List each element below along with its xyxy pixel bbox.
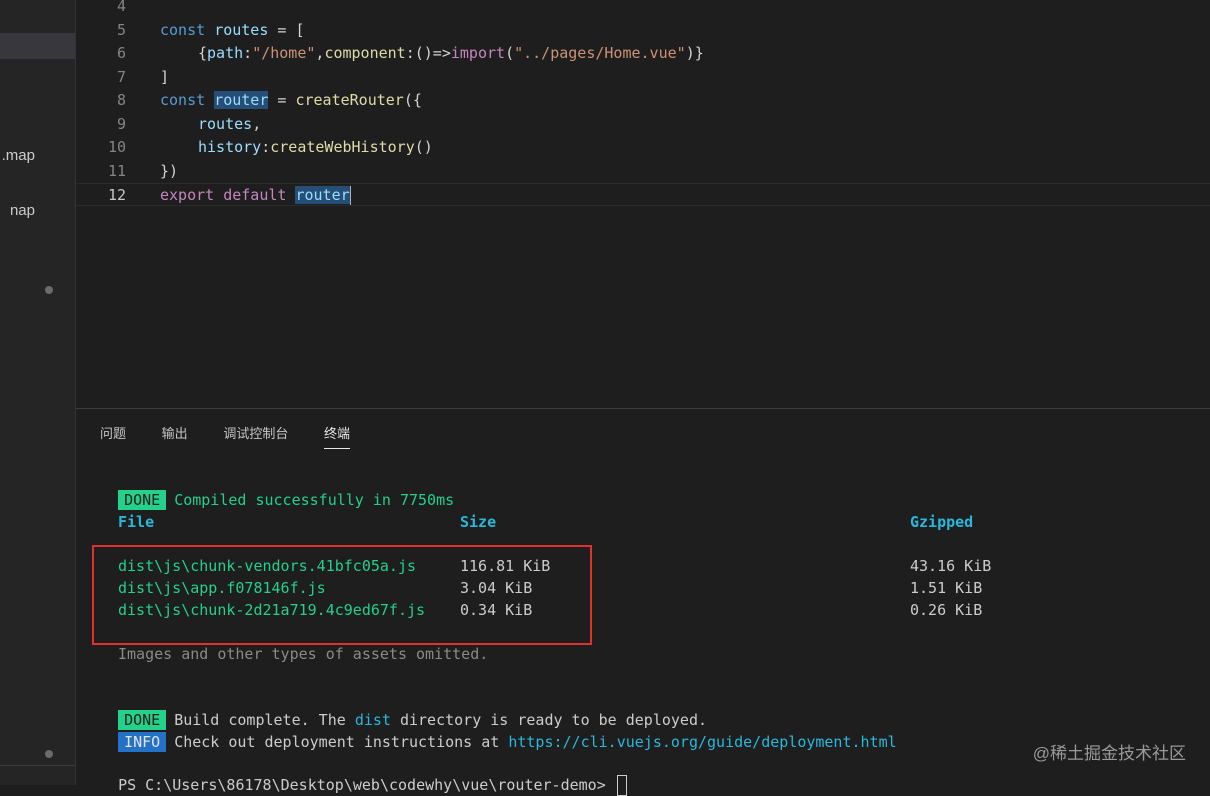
explorer-file-item[interactable]: nap (0, 202, 75, 222)
code-token: ] (160, 67, 170, 86)
code-token: component (324, 44, 406, 62)
line-number: 4 (116, 0, 126, 15)
tab-problems[interactable]: 问题 (100, 423, 126, 448)
modified-dot-icon (45, 286, 53, 294)
code-token: router (295, 186, 350, 204)
sidebar-divider (0, 765, 75, 766)
highlight-box (92, 545, 592, 645)
code-text: {path:"/home",component:()=>import("../p… (160, 42, 704, 65)
explorer-file-label: .map (1, 147, 35, 164)
info-badge: INFO (118, 732, 167, 752)
code-text: const routes = [ (160, 19, 305, 42)
code-line[interactable]: 10 history:createWebHistory() (76, 136, 1210, 159)
code-editor[interactable]: 4 5 const routes = [6 {path:"/home",compone… (76, 0, 1210, 408)
explorer-file-item[interactable]: .map (0, 147, 75, 167)
column-header-gzipped: Gzipped (910, 513, 974, 531)
code-token: router (214, 91, 269, 109)
code-token: createWebHistory (270, 138, 415, 156)
terminal-prompt[interactable]: PS C:\Users\86178\Desktop\web\codewhy\vu… (100, 752, 627, 796)
terminal-line: DONE Build complete. The dist directory i… (100, 687, 707, 730)
code-text: routes, (160, 113, 261, 136)
code-line[interactable]: 6 {path:"/home",component:()=>import("../… (76, 42, 1210, 65)
explorer-file-label: nap (9, 202, 35, 219)
code-token: :()=> (405, 44, 451, 62)
line-number: 5 (116, 20, 126, 39)
code-line[interactable]: 5 const routes = [ (76, 19, 1210, 42)
done-badge: DONE (118, 490, 167, 510)
terminal-line: INFO Check out deployment instructions at… (100, 709, 897, 752)
asset-gzipped: 0.26 KiB (910, 601, 983, 619)
explorer-active-item[interactable] (0, 33, 75, 59)
explorer-sidebar: .map nap (0, 0, 76, 785)
assets-omitted-note: Images and other types of assets omitted… (118, 645, 489, 663)
line-number: 8 (116, 91, 126, 109)
line-number: 7 (116, 67, 126, 86)
code-token: import (450, 44, 506, 62)
code-token: = (268, 91, 296, 109)
code-token: : (261, 138, 271, 156)
compiled-message: Compiled successfully in 7750ms (174, 491, 455, 509)
line-number: 12 (107, 186, 126, 204)
code-token: routes (198, 114, 253, 133)
code-text: const router = createRouter({ (160, 89, 422, 112)
watermark: @稀土掘金技术社区 (1032, 744, 1186, 763)
line-number: 9 (116, 114, 126, 133)
code-token: ({ (403, 91, 422, 109)
code-text: ] (160, 66, 169, 89)
line-number: 6 (116, 44, 126, 62)
modified-dot-icon (45, 750, 53, 758)
code-token: history (198, 138, 262, 156)
code-token: export (160, 186, 224, 204)
code-token: const (160, 91, 215, 109)
code-token: = [ (268, 20, 305, 39)
code-token: ( (505, 44, 515, 62)
code-text: history:createWebHistory() (160, 136, 433, 159)
deploy-url-link[interactable]: https://cli.vuejs.org/guide/deployment.h… (508, 733, 896, 751)
line-number: 11 (107, 161, 126, 180)
panel-tabs: 问题 输出 调试控制台 终端 (100, 423, 376, 449)
line-number: 10 (107, 138, 126, 156)
code-token: "/home" (252, 44, 316, 62)
text-cursor (349, 186, 351, 205)
code-token: routes (214, 20, 269, 39)
tab-output[interactable]: 输出 (162, 423, 188, 448)
code-token: }) (160, 161, 179, 180)
tab-debug-console[interactable]: 调试控制台 (223, 423, 288, 448)
asset-gzipped: 1.51 KiB (910, 579, 983, 597)
code-token: )} (685, 44, 704, 62)
terminal-line: DONE Compiled successfully in 7750ms (100, 467, 454, 510)
deploy-text-pre: Check out deployment instructions at (174, 733, 509, 751)
column-header-file: File (118, 513, 155, 531)
code-text: export default router (160, 184, 351, 207)
code-token: : (243, 44, 253, 62)
code-token: , (252, 114, 262, 133)
code-token: () (414, 138, 433, 156)
code-text: }) (160, 160, 178, 183)
tab-terminal[interactable]: 终端 (323, 423, 350, 449)
code-token: "../pages/Home.vue" (514, 44, 686, 62)
code-token: const (160, 20, 215, 39)
terminal-cursor (616, 775, 627, 796)
code-token: createRouter (295, 91, 404, 109)
code-line[interactable]: 12 export default router (76, 183, 1210, 206)
code-line[interactable]: 8 const router = createRouter({ (76, 89, 1210, 112)
code-token: { (198, 44, 208, 62)
code-line[interactable]: 11}) (76, 160, 1210, 183)
code-line[interactable]: 7] (76, 66, 1210, 89)
code-line[interactable]: 9 routes, (76, 113, 1210, 136)
asset-gzipped: 43.16 KiB (910, 557, 992, 575)
code-token: default (223, 186, 296, 204)
prompt-text: PS C:\Users\86178\Desktop\web\codewhy\vu… (118, 776, 615, 794)
column-header-size: Size (460, 513, 497, 531)
code-line[interactable]: 4 (76, 0, 1210, 18)
code-token: path (207, 44, 244, 62)
